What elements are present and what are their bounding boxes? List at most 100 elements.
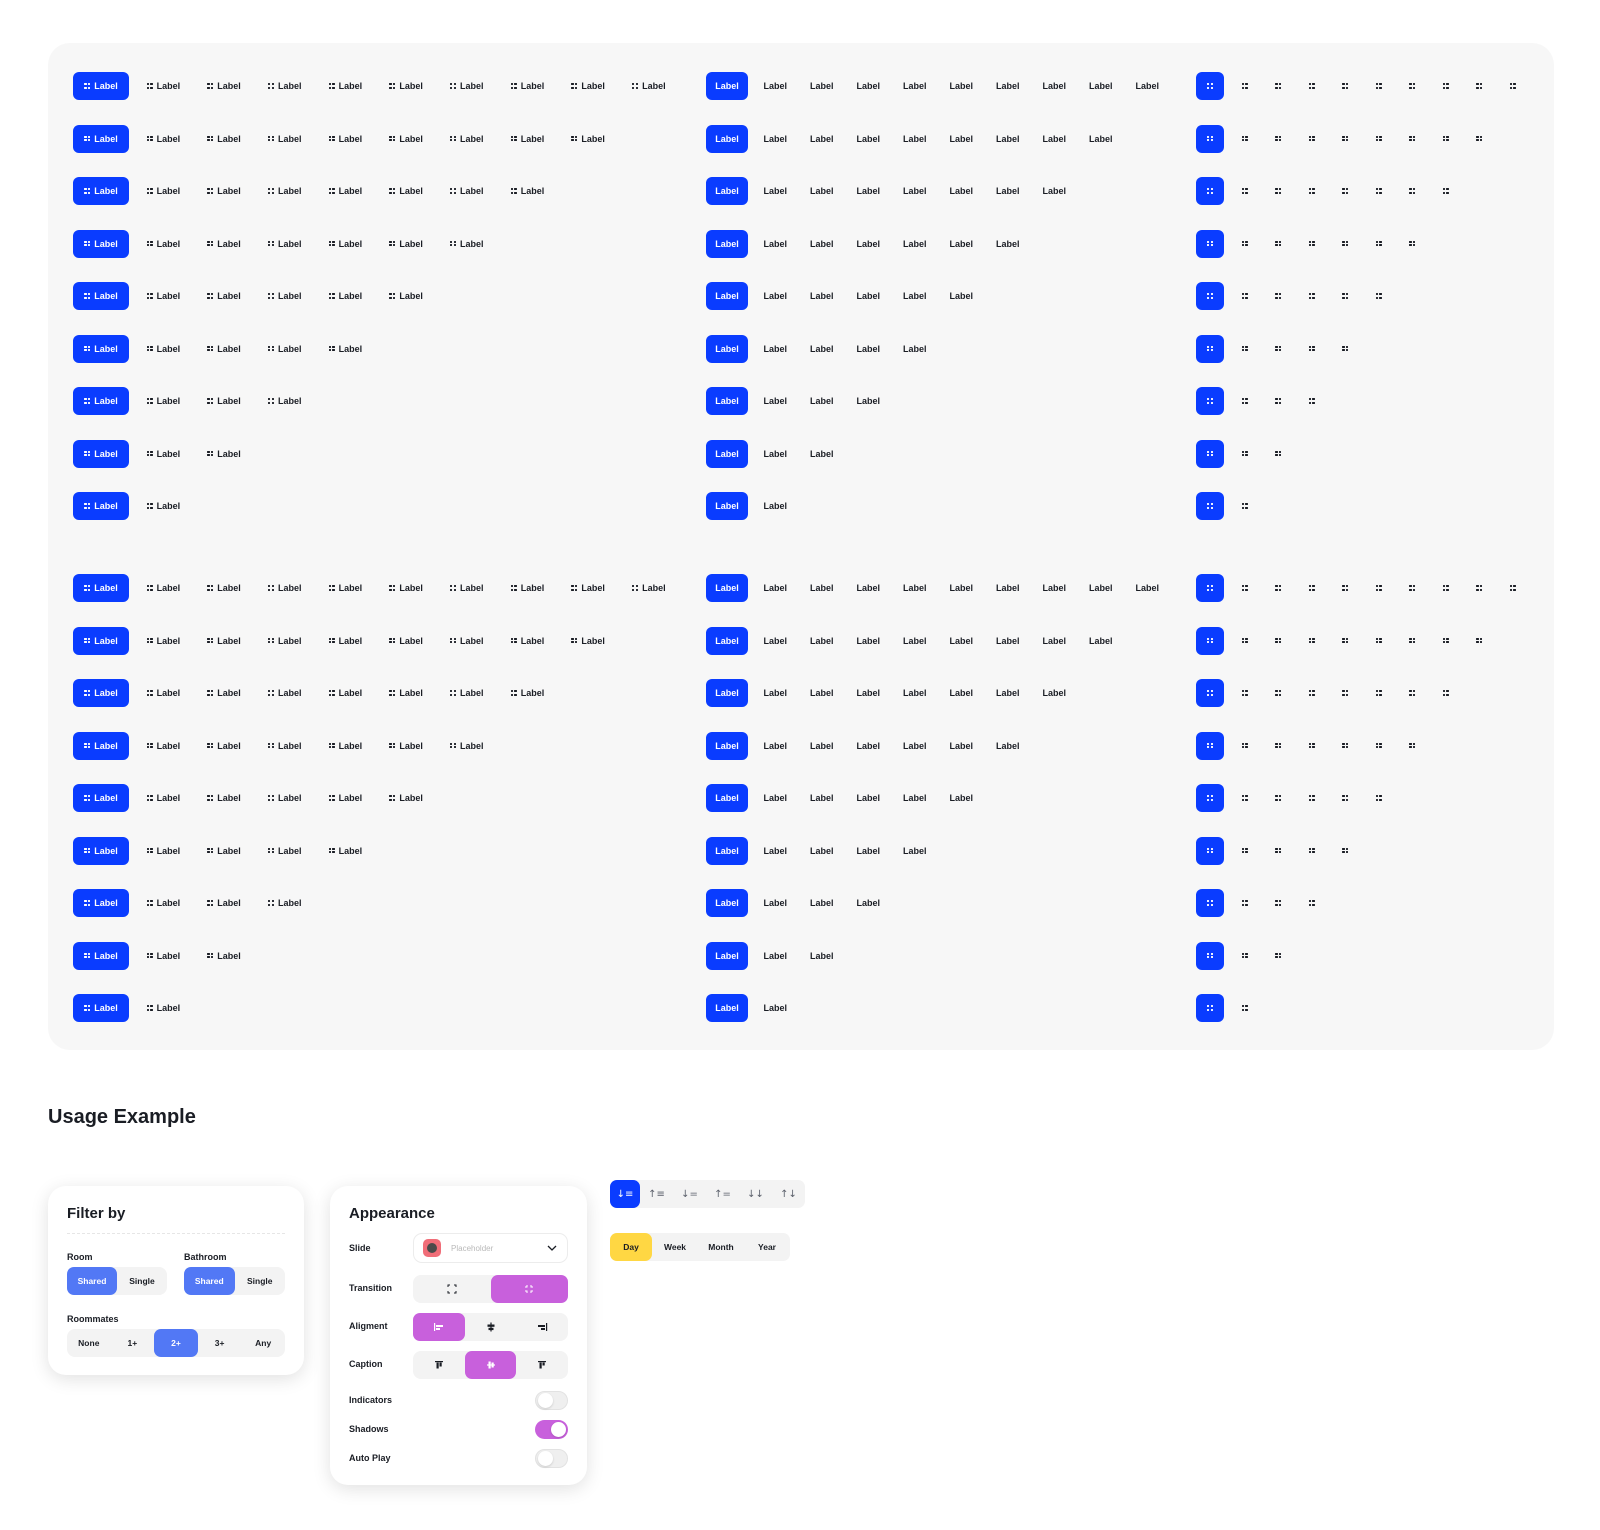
segment-active[interactable] xyxy=(1196,679,1224,707)
segment[interactable]: Label xyxy=(497,125,558,153)
segment[interactable]: Label xyxy=(315,72,376,100)
segment[interactable] xyxy=(1262,440,1296,468)
sort-desc-lines-button[interactable]: ↓= xyxy=(673,1180,706,1208)
segment-active[interactable]: Label xyxy=(73,679,129,707)
bathroom-option-shared[interactable]: Shared xyxy=(184,1267,235,1295)
segment-active[interactable]: Label xyxy=(706,836,748,865)
segment[interactable]: Label xyxy=(133,942,194,970)
segment[interactable]: Label xyxy=(497,627,558,655)
segment[interactable]: Label xyxy=(133,627,194,655)
segment-active[interactable] xyxy=(1196,941,1224,970)
segment-active[interactable] xyxy=(1196,439,1224,468)
segment[interactable] xyxy=(1262,177,1296,205)
segment[interactable] xyxy=(1463,125,1497,153)
segment[interactable]: Label xyxy=(194,72,255,100)
segment[interactable]: Label xyxy=(194,784,255,812)
sort-asc-lines-button[interactable]: ↑= xyxy=(706,1180,739,1208)
segment[interactable] xyxy=(1295,574,1329,602)
segment[interactable] xyxy=(1295,230,1329,258)
segment[interactable] xyxy=(1295,837,1329,865)
segment[interactable]: Label xyxy=(892,335,939,363)
segment-active[interactable]: Label xyxy=(73,784,129,812)
segment[interactable]: Label xyxy=(752,387,799,415)
segment[interactable]: Label xyxy=(752,784,799,812)
segment-active[interactable] xyxy=(1196,72,1224,100)
segment-active[interactable]: Label xyxy=(706,492,748,520)
segment[interactable]: Label xyxy=(133,492,194,520)
segment[interactable]: Label xyxy=(845,125,892,153)
segment[interactable]: Label xyxy=(254,125,315,153)
segment[interactable]: Label xyxy=(985,230,1032,258)
segment-active[interactable]: Label xyxy=(73,177,129,205)
segment[interactable]: Label xyxy=(194,837,255,865)
segment[interactable]: Label xyxy=(845,837,892,865)
segment[interactable]: Label xyxy=(1078,574,1125,602)
segment[interactable] xyxy=(1329,627,1363,655)
segment[interactable]: Label xyxy=(799,942,846,970)
segment[interactable] xyxy=(1329,837,1363,865)
segment[interactable]: Label xyxy=(752,282,799,310)
segment[interactable]: Label xyxy=(799,230,846,258)
segment-active[interactable]: Label xyxy=(706,889,748,917)
segment[interactable]: Label xyxy=(1078,72,1125,100)
segment-active[interactable]: Label xyxy=(73,72,129,100)
segment[interactable] xyxy=(1262,387,1296,415)
segment-active[interactable]: Label xyxy=(73,492,129,520)
segment[interactable]: Label xyxy=(194,627,255,655)
segment-active[interactable] xyxy=(1196,282,1224,310)
segment[interactable] xyxy=(1429,72,1463,100)
segment[interactable] xyxy=(1228,282,1262,310)
segment[interactable] xyxy=(1463,72,1497,100)
segment[interactable]: Label xyxy=(133,837,194,865)
segment[interactable] xyxy=(1295,889,1329,917)
segment[interactable] xyxy=(1429,679,1463,707)
segment[interactable] xyxy=(1262,837,1296,865)
segment[interactable]: Label xyxy=(845,335,892,363)
segment[interactable] xyxy=(1329,72,1363,100)
segment-active[interactable]: Label xyxy=(706,439,748,468)
segment[interactable]: Label xyxy=(985,627,1032,655)
segment[interactable]: Label xyxy=(254,627,315,655)
segment[interactable]: Label xyxy=(194,440,255,468)
segment[interactable]: Label xyxy=(799,889,846,917)
segment-active[interactable]: Label xyxy=(706,177,748,205)
segment[interactable]: Label xyxy=(985,574,1032,602)
segment[interactable]: Label xyxy=(845,177,892,205)
segment[interactable] xyxy=(1228,574,1262,602)
segment[interactable]: Label xyxy=(254,732,315,760)
segment[interactable]: Label xyxy=(752,889,799,917)
segment[interactable]: Label xyxy=(436,732,497,760)
segment[interactable]: Label xyxy=(752,732,799,760)
segment[interactable]: Label xyxy=(376,732,437,760)
segment-active[interactable]: Label xyxy=(73,282,129,310)
segment[interactable]: Label xyxy=(376,627,437,655)
segment[interactable]: Label xyxy=(1031,72,1078,100)
segment[interactable]: Label xyxy=(892,837,939,865)
segment[interactable]: Label xyxy=(892,177,939,205)
segment[interactable] xyxy=(1228,230,1262,258)
room-option-shared[interactable]: Shared xyxy=(67,1267,117,1295)
segment[interactable]: Label xyxy=(845,627,892,655)
segment-active[interactable]: Label xyxy=(73,731,129,760)
indicators-toggle[interactable] xyxy=(535,1391,568,1410)
segment[interactable]: Label xyxy=(558,627,619,655)
segment[interactable] xyxy=(1329,784,1363,812)
segment-active[interactable]: Label xyxy=(73,889,129,917)
segment[interactable]: Label xyxy=(315,335,376,363)
segment[interactable] xyxy=(1228,837,1262,865)
segment[interactable] xyxy=(1329,732,1363,760)
roommates-option-3plus[interactable]: 3+ xyxy=(198,1329,242,1357)
segment[interactable] xyxy=(1362,732,1396,760)
segment[interactable]: Label xyxy=(938,72,985,100)
segment[interactable]: Label xyxy=(315,282,376,310)
segment[interactable]: Label xyxy=(436,177,497,205)
sort-down-button[interactable]: ↓↓ xyxy=(739,1180,772,1208)
segment[interactable]: Label xyxy=(436,230,497,258)
segment[interactable]: Label xyxy=(752,679,799,707)
segment[interactable]: Label xyxy=(845,387,892,415)
segment[interactable]: Label xyxy=(619,574,680,602)
segment[interactable] xyxy=(1295,177,1329,205)
segment[interactable]: Label xyxy=(938,574,985,602)
segment[interactable]: Label xyxy=(799,387,846,415)
segment[interactable]: Label xyxy=(254,574,315,602)
